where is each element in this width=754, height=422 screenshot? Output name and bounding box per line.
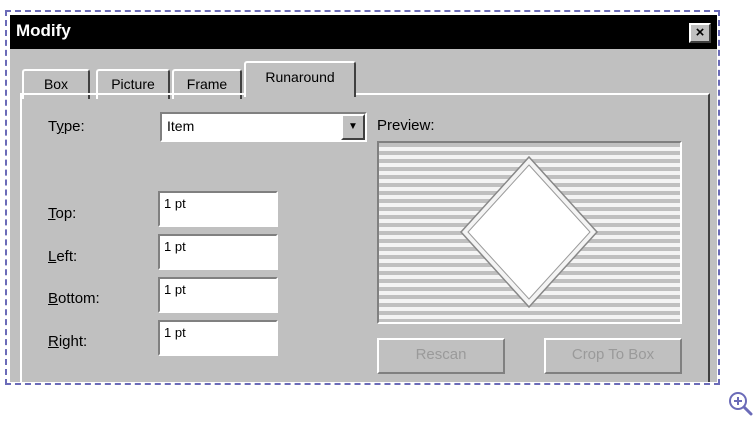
dialog-title: Modify [16, 21, 71, 40]
left-label: Left: [48, 248, 78, 265]
tab-label: Picture [111, 76, 155, 92]
right-label: Right: [48, 333, 88, 350]
chevron-down-icon[interactable]: ▼ [341, 114, 365, 140]
right-field[interactable]: 1 pt [158, 320, 278, 356]
tab-runaround[interactable]: Runaround [244, 61, 356, 97]
close-button[interactable]: × [689, 23, 711, 43]
type-select-value: Item [167, 118, 195, 134]
type-select[interactable]: Item ▼ [160, 112, 367, 142]
bottom-field[interactable]: 1 pt [158, 277, 278, 313]
title-bar[interactable]: Modify × [10, 15, 717, 49]
runaround-preview-graphic [379, 143, 680, 322]
left-field[interactable]: 1 pt [158, 234, 278, 270]
top-field[interactable]: 1 pt [158, 191, 278, 227]
rescan-button[interactable]: Rescan [377, 338, 505, 374]
selection-frame: Modify × Box Picture Frame Runaround Typ… [5, 10, 720, 385]
close-icon: × [695, 24, 705, 41]
preview-label: Preview: [377, 117, 435, 134]
tab-label: Box [43, 76, 69, 92]
bottom-label: Bottom: [48, 290, 100, 307]
zoom-in-icon[interactable] [727, 390, 753, 416]
tab-label: Frame [186, 76, 228, 92]
tab-label: Runaround [265, 69, 335, 85]
type-label: Type: [48, 118, 85, 135]
crop-to-box-button[interactable]: Crop To Box [544, 338, 682, 374]
modify-dialog: Modify × Box Picture Frame Runaround Typ… [10, 15, 717, 382]
top-label: Top: [48, 205, 77, 222]
preview-box [377, 141, 682, 324]
